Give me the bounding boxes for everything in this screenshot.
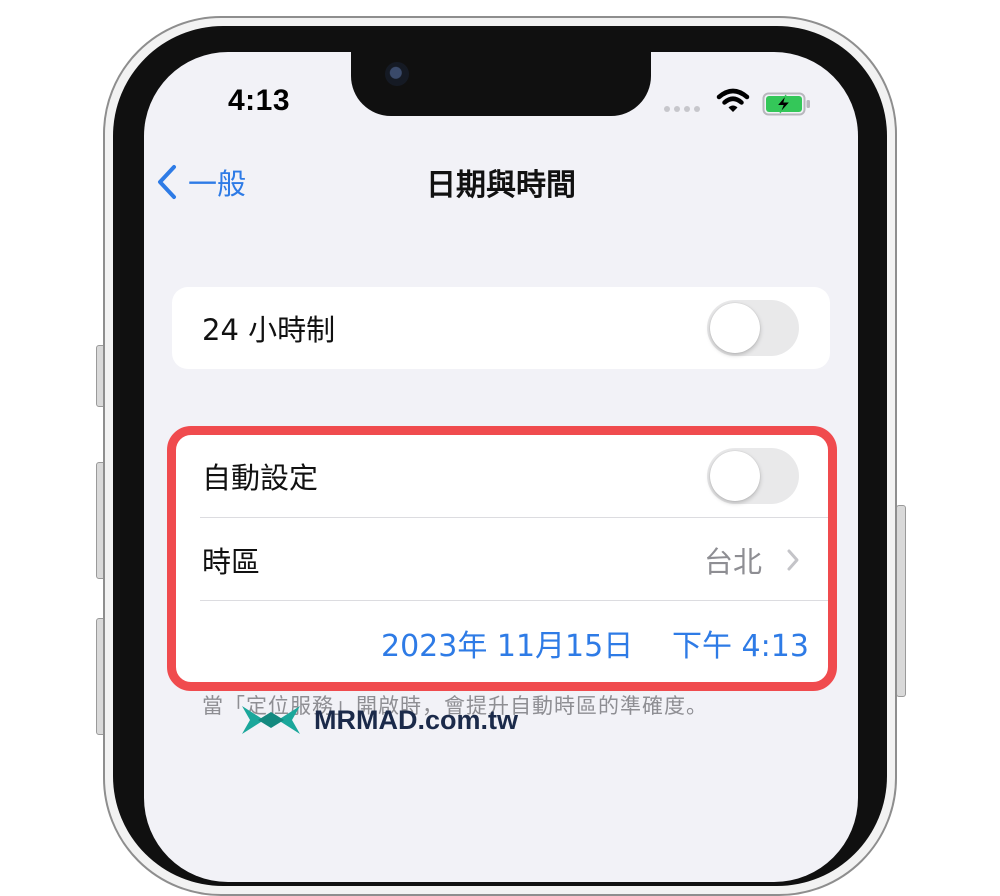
date-time-row: 2023年 11月15日 下午 4:13: [172, 601, 830, 684]
watermark-domain: .com.tw: [417, 704, 518, 735]
phone-screen: 4:13 一般 日期與時間 24 小時制 自動設定 時區 台北 2023年 11…: [144, 52, 858, 882]
24-hour-toggle[interactable]: [707, 300, 799, 356]
toggle-knob: [710, 303, 760, 353]
auto-set-row: 自動設定: [172, 434, 830, 518]
chevron-right-icon: [787, 549, 799, 571]
watermark-brand: MRMAD: [314, 704, 418, 735]
timezone-row[interactable]: 時區 台北: [172, 518, 830, 601]
front-camera: [385, 62, 409, 86]
timezone-value: 台北: [704, 544, 763, 579]
auto-set-toggle[interactable]: [707, 448, 799, 504]
status-time: 4:13: [228, 84, 291, 117]
auto-set-label: 自動設定: [202, 461, 319, 495]
mrmad-watermark: MRMAD.com.tw: [238, 700, 518, 740]
date-picker[interactable]: 2023年 11月15日: [381, 621, 633, 665]
watermark-text: MRMAD.com.tw: [314, 705, 518, 736]
auto-settings-group: 自動設定 時區 台北 2023年 11月15日 下午 4:13: [172, 434, 830, 684]
battery-charging-icon: [762, 92, 810, 116]
mrmad-logo-icon: [242, 706, 300, 734]
clock-format-group: 24 小時制: [172, 287, 830, 369]
power-button: [896, 505, 906, 697]
timezone-label: 時區: [202, 544, 261, 579]
toggle-knob: [710, 451, 760, 501]
24-hour-row: 24 小時制: [172, 287, 830, 369]
page-title: 日期與時間: [426, 168, 576, 203]
wifi-icon: [716, 88, 750, 112]
time-picker[interactable]: 下午 4:13: [672, 621, 809, 665]
notch: [351, 52, 651, 116]
24-hour-label: 24 小時制: [202, 313, 336, 347]
